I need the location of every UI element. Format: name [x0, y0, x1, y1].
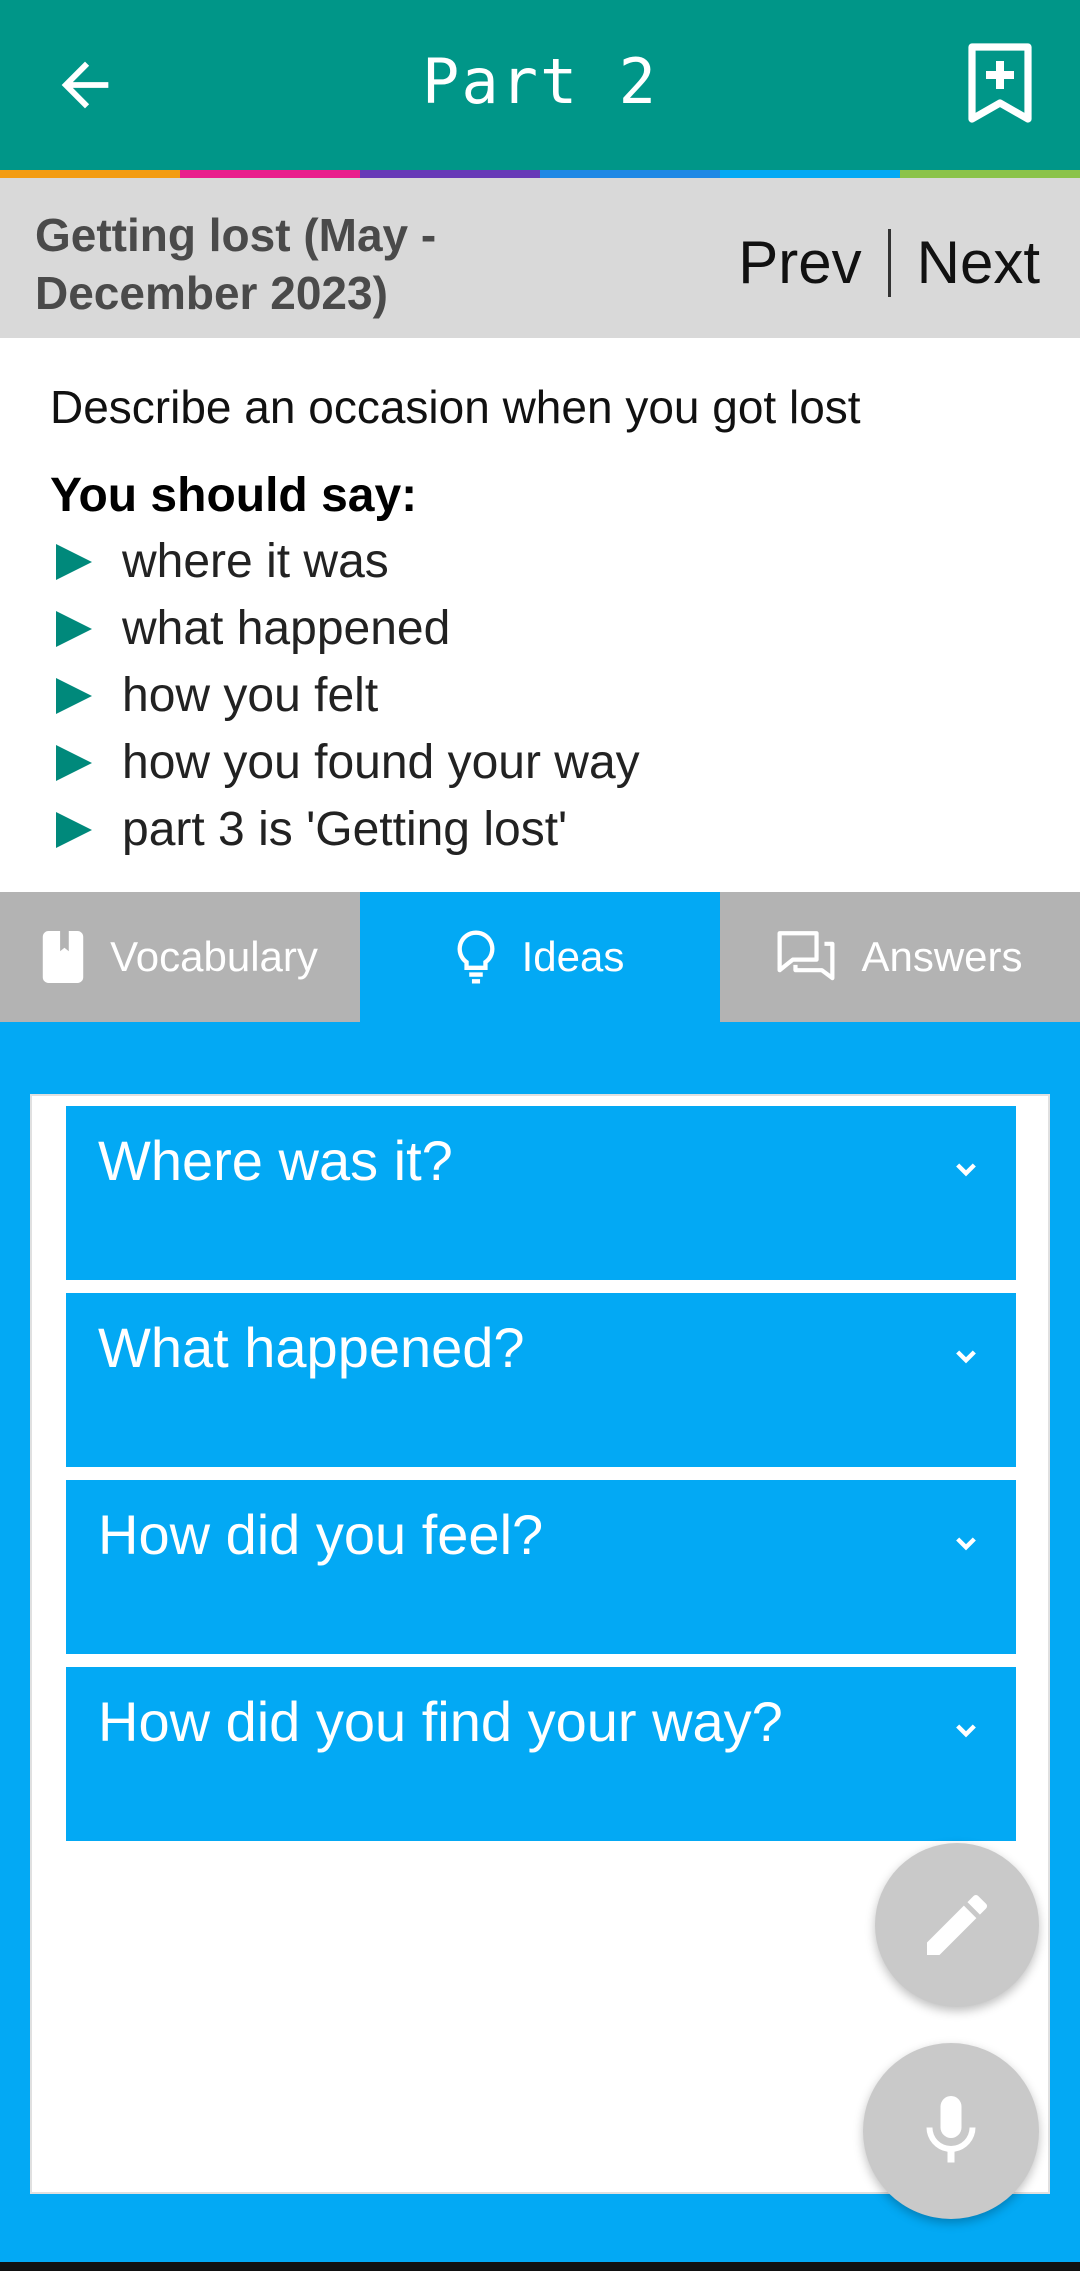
color-strip-segment [0, 170, 180, 178]
list-item: what happened [50, 595, 640, 662]
chevron-down-icon [956, 1537, 976, 1551]
tab-label: Vocabulary [110, 933, 318, 980]
cue-card-description: Describe an occasion when you got lost [50, 381, 861, 433]
topic-title: Getting lost (May - December 2023) [35, 209, 437, 319]
color-strip-segment [360, 170, 540, 178]
play-bullet-icon [56, 744, 92, 781]
play-bullet-icon [56, 543, 92, 580]
edit-button[interactable] [875, 1843, 1039, 2007]
accordion-question: How did you find your way? [98, 1690, 783, 1753]
pencil-icon [927, 1894, 988, 1955]
chevron-down-icon [956, 1350, 976, 1364]
tab-answers[interactable]: Answers [720, 892, 1080, 1022]
ideas-panel: Where was it? What happened? How did you… [30, 1094, 1050, 2194]
accordion-question: Where was it? [98, 1129, 453, 1192]
cue-point-text: how you found your way [122, 736, 640, 789]
accordion-item-feel[interactable]: How did you feel? [66, 1480, 1016, 1654]
chevron-down-icon [956, 1163, 976, 1177]
page-title: Part 2 [422, 45, 658, 118]
list-item: part 3 is 'Getting lost' [50, 796, 640, 863]
system-bottom-bar [0, 2262, 1080, 2271]
color-strip-segment [180, 170, 360, 178]
bookmark-button[interactable] [960, 38, 1040, 128]
tab-ideas[interactable]: Ideas [360, 892, 720, 1022]
tab-label: Answers [861, 933, 1023, 980]
nav-divider [887, 228, 891, 297]
book-icon [42, 931, 84, 983]
play-bullet-icon [56, 610, 92, 647]
lightbulb-icon [456, 930, 496, 984]
color-strip-segment [540, 170, 720, 178]
play-bullet-icon [56, 811, 92, 848]
cue-points-list: where it was what happened how you felt … [50, 528, 640, 863]
cue-point-text: part 3 is 'Getting lost' [122, 803, 568, 856]
microphone-icon [926, 2096, 976, 2163]
chevron-down-icon [956, 1724, 976, 1738]
cue-point-text: where it was [122, 535, 389, 588]
accordion-question: How did you feel? [98, 1503, 544, 1566]
topic-navigation: Prev Next [738, 228, 1040, 297]
tab-bar: Vocabulary Ideas Answers [0, 892, 1080, 1022]
color-strip-segment [900, 170, 1080, 178]
accordion-question: What happened? [98, 1316, 525, 1379]
microphone-button[interactable] [863, 2043, 1039, 2219]
topic-header: Getting lost (May - December 2023) Prev … [0, 178, 1080, 338]
color-strip [0, 170, 1080, 178]
tab-label: Ideas [521, 933, 625, 980]
cue-point-text: what happened [122, 602, 451, 655]
chat-icon [777, 930, 835, 984]
list-item: how you felt [50, 662, 640, 729]
tab-vocabulary[interactable]: Vocabulary [0, 892, 360, 1022]
list-item: how you found your way [50, 729, 640, 796]
prev-button[interactable]: Prev [738, 228, 861, 297]
cue-card: Describe an occasion when you got lost Y… [0, 338, 1080, 892]
accordion-item-what-happened[interactable]: What happened? [66, 1293, 1016, 1467]
color-strip-segment [720, 170, 900, 178]
next-button[interactable]: Next [917, 228, 1040, 297]
cue-point-text: how you felt [122, 669, 379, 722]
accordion-item-where[interactable]: Where was it? [66, 1106, 1016, 1280]
accordion-item-find-way[interactable]: How did you find your way? [66, 1667, 1016, 1841]
play-bullet-icon [56, 677, 92, 714]
list-item: where it was [50, 528, 640, 595]
app-bar: Part 2 [0, 0, 1080, 170]
bookmark-add-icon [968, 43, 1032, 123]
you-should-say-label: You should say: [50, 469, 418, 522]
